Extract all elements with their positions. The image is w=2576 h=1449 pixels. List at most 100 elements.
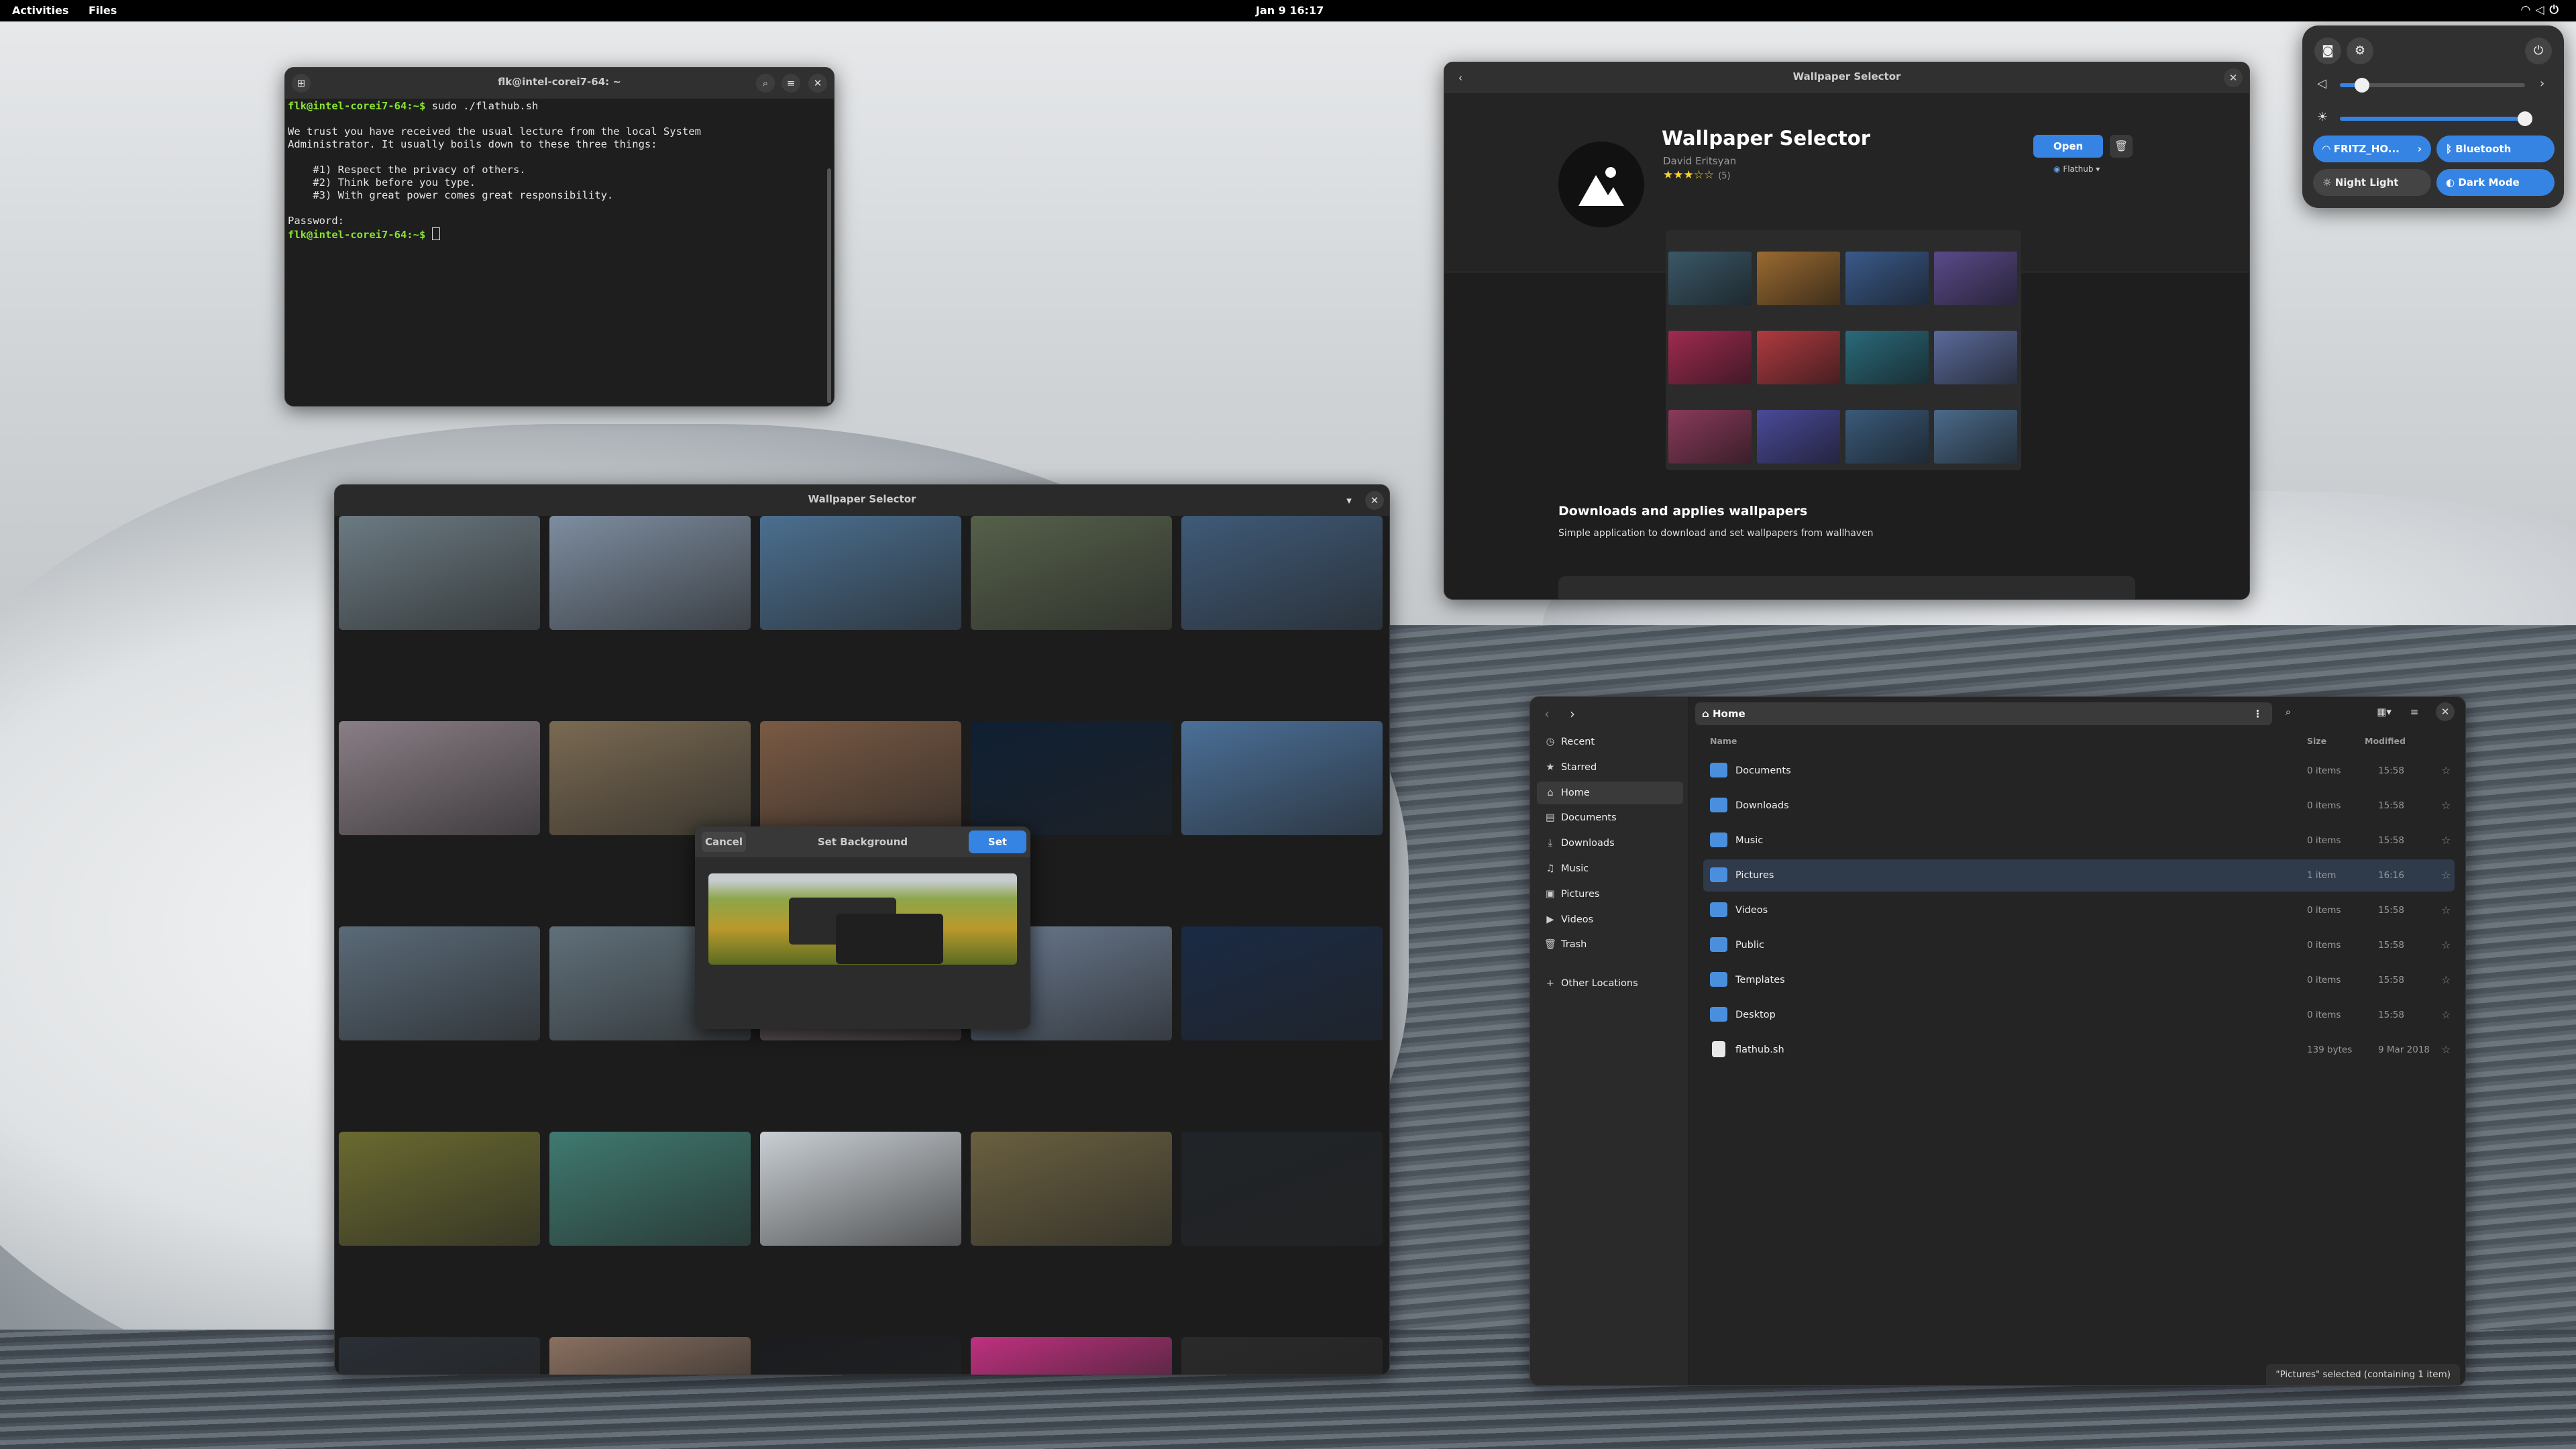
wallpaper-thumbnail[interactable] <box>549 1337 751 1375</box>
terminal-scrollbar[interactable] <box>827 168 831 403</box>
back-icon[interactable]: ‹ <box>1536 702 1558 725</box>
file-row[interactable]: Templates 0 items 15:58 ☆ <box>1703 964 2455 996</box>
wallpaper-thumbnail[interactable] <box>760 516 961 630</box>
file-row[interactable]: Videos 0 items 15:58 ☆ <box>1703 894 2455 926</box>
volume-slider[interactable] <box>2340 78 2525 93</box>
wallpaper-thumbnail[interactable] <box>549 721 751 835</box>
wallpaper-thumbnail[interactable] <box>339 516 540 630</box>
wallpaper-thumbnail[interactable] <box>760 1337 961 1375</box>
column-modified[interactable]: Modified <box>2365 736 2406 746</box>
source-dropdown[interactable]: ◉ Flathub ▾ <box>2053 164 2100 174</box>
sidebar-item-pictures[interactable]: ▣ Pictures <box>1537 883 1683 906</box>
activities-button[interactable]: Activities <box>12 4 68 17</box>
bluetooth-toggle[interactable]: ᛒ Bluetooth <box>2436 136 2555 162</box>
star-icon[interactable]: ☆ <box>2441 824 2451 857</box>
system-tray[interactable]: ◠◁⏻ <box>2521 3 2564 17</box>
terminal-window[interactable]: ⊞ flk@intel-corei7-64: ~ ⌕ ≡ ✕ flk@intel… <box>284 67 835 407</box>
chevron-right-icon[interactable]: › <box>2418 136 2422 162</box>
sidebar-item-other-locations[interactable]: + Other Locations <box>1537 972 1683 995</box>
wallpaper-thumbnail[interactable] <box>549 516 751 630</box>
brightness-slider[interactable] <box>2340 111 2532 126</box>
wallpaper-thumbnail[interactable] <box>1181 926 1383 1040</box>
night-light-toggle[interactable]: ☼ Night Light <box>2313 169 2431 196</box>
close-icon[interactable]: ✕ <box>1365 491 1384 510</box>
sidebar-item-music[interactable]: ♫ Music <box>1537 857 1683 880</box>
file-row[interactable]: Desktop 0 items 15:58 ☆ <box>1703 999 2455 1031</box>
wallpaper-thumbnail[interactable] <box>760 721 961 835</box>
open-button[interactable]: Open <box>2033 135 2103 158</box>
terminal-output[interactable]: flk@intel-corei7-64:~$ sudo ./flathub.sh… <box>288 100 826 241</box>
star-icon[interactable]: ☆ <box>2441 894 2451 926</box>
dark-mode-toggle[interactable]: ◐ Dark Mode <box>2436 169 2555 196</box>
path-home[interactable]: Home <box>1713 708 1746 720</box>
sidebar-item-label: Home <box>1561 787 1590 798</box>
sidebar-item-videos[interactable]: ▶ Videos <box>1537 908 1683 931</box>
forward-icon[interactable]: › <box>1561 702 1584 725</box>
files-window[interactable]: ‹ › ◷ Recent ★ Starred ⌂ Home ▤ Documents ⤓ Downl… <box>1529 696 2466 1386</box>
sidebar-item-home[interactable]: ⌂ Home <box>1537 781 1683 804</box>
menu-down-icon[interactable]: ▾ <box>1340 491 1358 510</box>
star-icon[interactable]: ☆ <box>2441 790 2451 822</box>
file-row[interactable]: Downloads 0 items 15:58 ☆ <box>1703 790 2455 822</box>
file-row[interactable]: Pictures 1 item 16:16 ☆ <box>1703 859 2455 892</box>
wallpaper-thumbnail[interactable] <box>549 1132 751 1246</box>
wallpaper-thumbnail[interactable] <box>1181 721 1383 835</box>
search-icon[interactable]: ⌕ <box>2279 702 2298 721</box>
wallpaper-thumbnail[interactable] <box>1181 1132 1383 1246</box>
star-icon[interactable]: ☆ <box>2441 964 2451 996</box>
wallpaper-thumbnail[interactable] <box>971 516 1172 630</box>
path-bar[interactable]: ⌂ Home ⋮ <box>1695 702 2272 725</box>
menu-icon[interactable]: ≡ <box>2405 702 2424 721</box>
star-icon[interactable]: ☆ <box>2441 929 2451 961</box>
close-icon[interactable]: ✕ <box>2436 702 2455 721</box>
quick-settings-menu[interactable]: ◙ ⚙ ⏻ ◁ › ☀ ◠ FRITZ_HO... › ᛒ Bluetooth ☼… <box>2302 25 2564 208</box>
file-row[interactable]: Public 0 items 15:58 ☆ <box>1703 929 2455 961</box>
chevron-right-icon[interactable]: › <box>2540 76 2544 91</box>
wallpaper-thumbnail[interactable] <box>760 1132 961 1246</box>
file-row[interactable]: Music 0 items 15:58 ☆ <box>1703 824 2455 857</box>
screenshot-icon[interactable]: ◙ <box>2314 38 2341 64</box>
sidebar-item-downloads[interactable]: ⤓ Downloads <box>1537 832 1683 855</box>
wallpaper-thumbnail[interactable] <box>971 1132 1172 1246</box>
menu-icon[interactable]: ≡ <box>782 74 800 93</box>
software-window[interactable]: ‹ Wallpaper Selector ✕ Wallpaper Selecto… <box>1444 62 2250 600</box>
wifi-toggle[interactable]: ◠ FRITZ_HO... › <box>2313 136 2431 162</box>
app-developer[interactable]: David Eritsyan <box>1663 155 1736 167</box>
wallpaper-thumbnail[interactable] <box>971 721 1172 835</box>
sidebar-item-starred[interactable]: ★ Starred <box>1537 756 1683 779</box>
file-row[interactable]: Documents 0 items 15:58 ☆ <box>1703 755 2455 787</box>
view-grid-icon[interactable]: ▦▾ <box>2367 702 2401 721</box>
column-name[interactable]: Name <box>1710 736 1737 746</box>
uninstall-icon[interactable]: 🗑 <box>2110 135 2133 158</box>
wallpaper-thumbnail[interactable] <box>339 721 540 835</box>
sidebar-item-trash[interactable]: 🗑 Trash <box>1537 933 1683 956</box>
file-row[interactable]: flathub.sh 139 bytes 9 Mar 2018 ☆ <box>1703 1034 2455 1066</box>
app-screenshot[interactable] <box>1666 230 2021 470</box>
close-icon[interactable]: ✕ <box>808 74 827 93</box>
wallpaper-thumbnail[interactable] <box>339 926 540 1040</box>
app-menu-files[interactable]: Files <box>89 4 117 17</box>
settings-icon[interactable]: ⚙ <box>2347 38 2373 64</box>
star-icon[interactable]: ☆ <box>2441 999 2451 1031</box>
kebab-menu-icon[interactable]: ⋮ <box>2253 702 2263 725</box>
column-size[interactable]: Size <box>2307 736 2326 746</box>
wallpaper-thumbnail[interactable] <box>339 1337 540 1375</box>
terminal-line: #3) With great power comes great respons… <box>288 189 826 202</box>
wallpaper-thumbnail[interactable] <box>339 1132 540 1246</box>
power-icon[interactable]: ⏻ <box>2525 38 2552 64</box>
set-background-dialog[interactable]: Cancel Set Background Set <box>695 826 1030 1029</box>
set-button[interactable]: Set <box>969 830 1026 853</box>
clock[interactable]: Jan 9 16:17 <box>1256 4 1324 17</box>
wallpaper-thumbnail[interactable] <box>1181 516 1383 630</box>
wallpaper-thumbnail[interactable] <box>1181 1337 1383 1375</box>
sidebar-item-label: Downloads <box>1561 838 1615 849</box>
sidebar-item-recent[interactable]: ◷ Recent <box>1537 731 1683 753</box>
wallpaper-thumbnail[interactable] <box>971 1337 1172 1375</box>
close-icon[interactable]: ✕ <box>2224 68 2243 87</box>
star-icon[interactable]: ☆ <box>2441 755 2451 787</box>
sidebar-item-documents[interactable]: ▤ Documents <box>1537 806 1683 829</box>
star-icon[interactable]: ☆ <box>2441 859 2451 892</box>
search-icon[interactable]: ⌕ <box>756 74 775 93</box>
volume-icon[interactable]: ◁ <box>2317 76 2326 91</box>
star-icon[interactable]: ☆ <box>2441 1034 2451 1066</box>
